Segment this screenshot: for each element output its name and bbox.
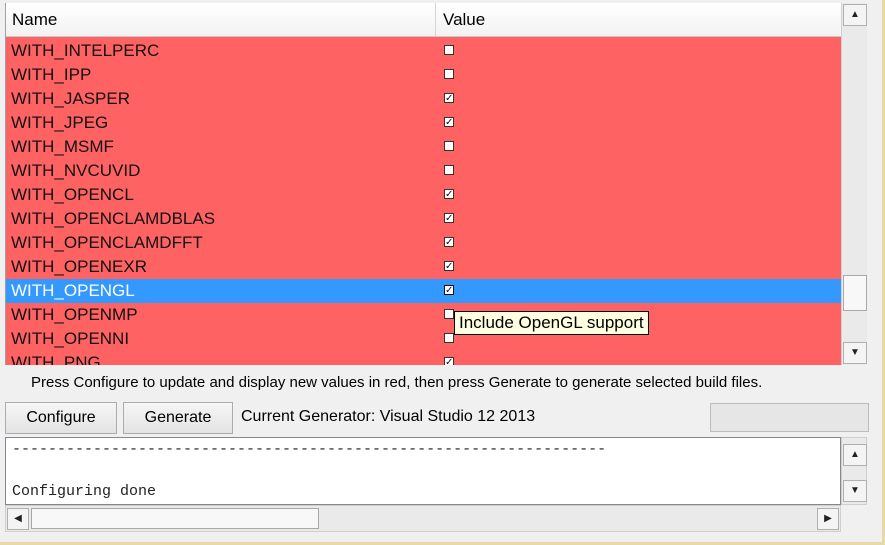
- table-row[interactable]: WITH_OPENGL ✓: [6, 279, 842, 303]
- row-name: WITH_INTELPERC: [11, 41, 160, 60]
- instruction-text: Press Configure to update and display ne…: [31, 374, 763, 391]
- table-header: Name Value: [6, 3, 842, 37]
- table-row[interactable]: WITH_OPENCLAMDFFT ✓: [6, 231, 842, 255]
- checkbox-checked-icon[interactable]: ✓: [444, 285, 454, 296]
- table-row[interactable]: WITH_OPENMP: [6, 303, 842, 327]
- row-name: WITH_PNG: [11, 353, 101, 365]
- column-header-name[interactable]: Name: [6, 3, 436, 36]
- checkbox-checked-icon[interactable]: ✓: [444, 117, 454, 128]
- table-row[interactable]: WITH_MSMF: [6, 135, 842, 159]
- table-row[interactable]: WITH_IPP: [6, 63, 842, 87]
- table-row[interactable]: WITH_OPENCL ✓: [6, 183, 842, 207]
- table-row[interactable]: WITH_OPENEXR ✓: [6, 255, 842, 279]
- scroll-down-arrow-icon[interactable]: ▼: [843, 342, 867, 364]
- table-row[interactable]: WITH_PNG ✓: [6, 351, 842, 365]
- scroll-down-arrow-icon[interactable]: ▼: [843, 480, 867, 502]
- column-header-value[interactable]: Value: [436, 3, 842, 36]
- scrollbar-corner: [841, 505, 867, 532]
- checkbox-unchecked-icon[interactable]: [444, 333, 454, 343]
- row-name: WITH_JPEG: [11, 113, 109, 132]
- configure-button[interactable]: Configure: [5, 402, 117, 434]
- row-name: WITH_IPP: [11, 65, 92, 84]
- table-row[interactable]: WITH_OPENNI: [6, 327, 842, 351]
- configure-button-label: Configure: [26, 409, 96, 426]
- row-name: WITH_OPENMP: [11, 305, 138, 324]
- checkbox-checked-icon[interactable]: ✓: [444, 213, 454, 224]
- log-horizontal-scrollbar[interactable]: ◀ ▶: [5, 505, 841, 532]
- row-name: WITH_OPENCL: [11, 185, 134, 204]
- log-line: Configuring done: [12, 483, 157, 500]
- log-line: ----------------------------------------…: [12, 441, 607, 458]
- log-vertical-scrollbar[interactable]: ▲ ▼: [841, 437, 867, 505]
- checkbox-unchecked-icon[interactable]: [444, 45, 454, 55]
- row-name: WITH_OPENEXR: [11, 257, 148, 276]
- checkbox-checked-icon[interactable]: ✓: [444, 357, 454, 365]
- generate-button-label: Generate: [144, 409, 212, 426]
- checkbox-unchecked-icon[interactable]: [444, 309, 454, 319]
- tooltip: Include OpenGL support: [454, 311, 649, 335]
- checkbox-unchecked-icon[interactable]: [444, 165, 454, 175]
- scroll-thumb[interactable]: [843, 275, 867, 311]
- row-name: WITH_OPENNI: [11, 329, 130, 348]
- table-row[interactable]: WITH_JASPER ✓: [6, 87, 842, 111]
- progress-bar: [710, 403, 869, 432]
- checkbox-checked-icon[interactable]: ✓: [444, 189, 454, 200]
- scroll-right-arrow-icon[interactable]: ▶: [817, 508, 839, 530]
- cache-properties-table[interactable]: Name Value WITH_INTELPERC WITH_IPP WITH_JA…: [5, 3, 842, 365]
- table-row[interactable]: WITH_OPENCLAMDBLAS ✓: [6, 207, 842, 231]
- scroll-thumb[interactable]: [31, 508, 319, 529]
- table-rows: WITH_INTELPERC WITH_IPP WITH_JASPER ✓ WITH_J…: [6, 39, 842, 365]
- row-name: WITH_OPENCLAMDFFT: [11, 233, 203, 252]
- table-row[interactable]: WITH_INTELPERC: [6, 39, 842, 63]
- checkbox-checked-icon[interactable]: ✓: [444, 93, 454, 104]
- scroll-up-arrow-icon[interactable]: ▲: [843, 4, 867, 26]
- checkbox-checked-icon[interactable]: ✓: [444, 237, 454, 248]
- row-name: WITH_OPENCLAMDBLAS: [11, 209, 216, 228]
- row-name: WITH_JASPER: [11, 89, 131, 108]
- generate-button[interactable]: Generate: [123, 402, 233, 434]
- checkbox-checked-icon[interactable]: ✓: [444, 261, 454, 272]
- table-row[interactable]: WITH_JPEG ✓: [6, 111, 842, 135]
- checkbox-unchecked-icon[interactable]: [444, 141, 454, 151]
- table-row[interactable]: WITH_NVCUVID: [6, 159, 842, 183]
- row-name: WITH_MSMF: [11, 137, 114, 156]
- scroll-left-arrow-icon[interactable]: ◀: [7, 508, 29, 530]
- output-log[interactable]: ----------------------------------------…: [5, 437, 841, 505]
- row-name: WITH_OPENGL: [11, 281, 135, 300]
- table-vertical-scrollbar[interactable]: ▲ ▼: [841, 3, 867, 365]
- row-name: WITH_NVCUVID: [11, 161, 141, 180]
- current-generator-label: Current Generator: Visual Studio 12 2013: [241, 408, 536, 425]
- scroll-up-arrow-icon[interactable]: ▲: [843, 444, 867, 466]
- checkbox-unchecked-icon[interactable]: [444, 69, 454, 79]
